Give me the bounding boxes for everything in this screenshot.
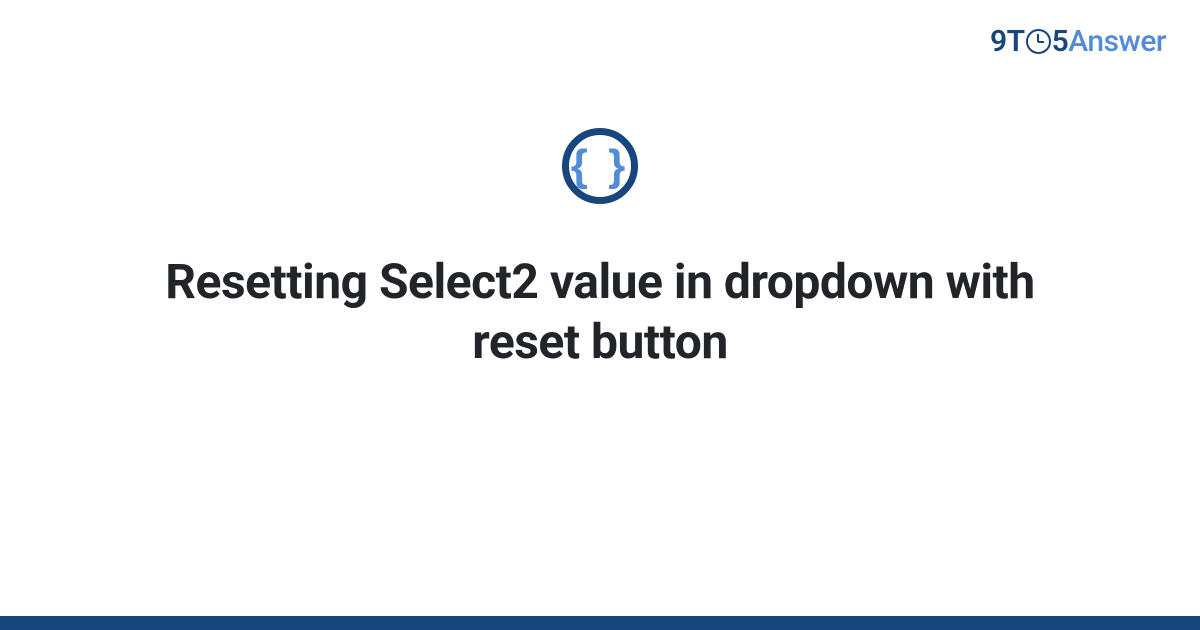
braces-icon: { } (571, 144, 629, 188)
footer-accent-bar (0, 616, 1200, 630)
logo-prefix: 9T (990, 24, 1025, 59)
logo-suffix: 5 (1052, 24, 1069, 59)
question-title: Resetting Select2 value in dropdown with… (150, 252, 1050, 372)
logo-word: Answer (1068, 24, 1166, 59)
clock-icon (1026, 29, 1051, 54)
category-icon-circle: { } (562, 128, 638, 204)
main-content: { } Resetting Select2 value in dropdown … (0, 128, 1200, 372)
site-logo: 9T 5 Answer (990, 24, 1166, 59)
